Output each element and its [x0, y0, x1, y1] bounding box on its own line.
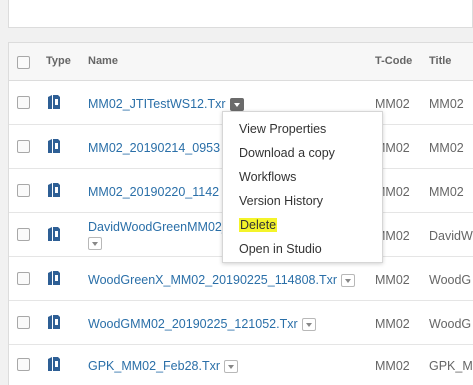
document-icon: [48, 227, 60, 241]
title-cell: MM02: [429, 97, 464, 111]
row-actions-dropdown-icon[interactable]: [341, 274, 356, 288]
tcode-cell: MM02: [375, 97, 410, 111]
menu-item-open-in-studio[interactable]: Open in Studio: [239, 242, 322, 256]
row-actions-dropdown-icon[interactable]: [88, 237, 102, 250]
menu-item-delete[interactable]: Delete: [239, 218, 278, 232]
menu-item-view-properties[interactable]: View Properties: [239, 122, 326, 136]
table-row[interactable]: WoodGreenX_MM02_20190225_114808.Txr MM02…: [9, 257, 473, 301]
title-cell: WoodG: [429, 317, 472, 331]
document-icon: [48, 139, 60, 153]
file-name-link[interactable]: WoodGreenX_MM02_20190225_114808.Txr: [88, 273, 337, 287]
table-header: Type Name T-Code Title: [9, 43, 473, 81]
top-panel: [8, 0, 473, 28]
row-actions-dropdown-icon[interactable]: [301, 318, 316, 332]
tcode-cell: MM02: [375, 317, 410, 331]
document-icon: [48, 357, 60, 371]
column-header-title[interactable]: Title: [429, 55, 451, 67]
menu-item-download-copy[interactable]: Download a copy: [239, 146, 335, 160]
table-row[interactable]: GPK_MM02_Feb28.Txr MM02 GPK_M: [9, 345, 473, 385]
row-checkbox[interactable]: [17, 228, 30, 241]
menu-item-workflows[interactable]: Workflows: [239, 170, 296, 184]
file-name-link[interactable]: GPK_MM02_Feb28.Txr: [88, 359, 220, 373]
file-name-link[interactable]: DavidWoodGreenMM02_: [88, 220, 229, 234]
title-cell: DavidW: [429, 229, 473, 243]
select-all-checkbox[interactable]: [17, 56, 30, 69]
title-cell: MM02: [429, 141, 464, 155]
column-header-tcode[interactable]: T-Code: [375, 55, 412, 67]
document-icon: [48, 315, 60, 329]
title-cell: WoodG: [429, 273, 472, 287]
document-icon: [48, 95, 60, 109]
row-actions-dropdown-icon[interactable]: [229, 98, 244, 112]
document-icon: [48, 271, 60, 285]
row-checkbox[interactable]: [17, 96, 30, 109]
file-name-link[interactable]: MM02_20190214_0953: [88, 141, 220, 155]
column-header-type[interactable]: Type: [46, 55, 71, 67]
row-actions-dropdown-icon[interactable]: [224, 360, 238, 374]
menu-item-version-history[interactable]: Version History: [239, 194, 323, 208]
row-checkbox[interactable]: [17, 316, 30, 329]
title-cell: GPK_M: [429, 359, 473, 373]
row-checkbox[interactable]: [17, 358, 30, 371]
file-name-link[interactable]: WoodGMM02_20190225_121052.Txr: [88, 317, 298, 331]
tcode-cell: MM02: [375, 359, 410, 373]
row-checkbox[interactable]: [17, 140, 30, 153]
row-checkbox[interactable]: [17, 272, 30, 285]
document-icon: [48, 183, 60, 197]
file-name-link[interactable]: MM02_20190220_1142: [88, 185, 219, 199]
column-header-name[interactable]: Name: [88, 55, 118, 67]
table-row[interactable]: WoodGMM02_20190225_121052.Txr MM02 WoodG: [9, 301, 473, 345]
file-name-link[interactable]: MM02_JTITestWS12.Txr: [88, 97, 226, 111]
title-cell: MM02: [429, 185, 464, 199]
tcode-cell: MM02: [375, 273, 410, 287]
row-context-menu: View Properties Download a copy Workflow…: [222, 111, 383, 263]
row-checkbox[interactable]: [17, 184, 30, 197]
